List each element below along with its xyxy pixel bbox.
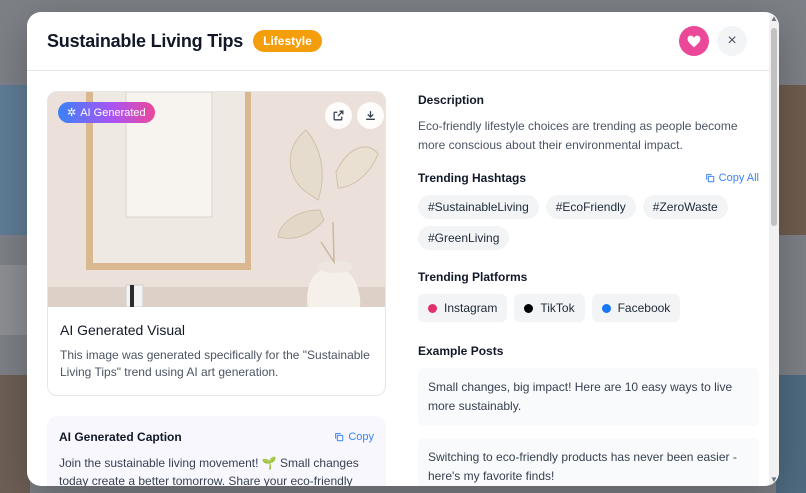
instagram-dot-icon [428,303,437,313]
hashtags-header: Trending Hashtags Copy All [418,171,759,185]
ai-badge-label: AI Generated [80,106,146,119]
background-content [776,85,806,235]
copy-caption-label: Copy [348,431,374,443]
visual-description: This image was generated specifically fo… [60,348,370,379]
hashtag-chip[interactable]: #ZeroWaste [642,195,728,219]
copy-caption-button[interactable]: Copy [334,431,374,443]
description-text: Eco-friendly lifestyle choices are trend… [418,119,738,152]
modal-title: Sustainable Living Tips [47,30,244,51]
ai-caption-card: AI Generated Caption Copy Join the susta… [47,416,386,486]
visual-info: AI Generated Visual This image was gener… [48,307,385,395]
modal-body: ✲ AI Generated AI Generated Visual This … [27,71,779,486]
ai-generated-badge: ✲ AI Generated [58,102,155,123]
ai-generated-image: ✲ AI Generated [48,92,385,307]
sparkle-icon: ✲ [67,107,77,119]
hashtag-chip[interactable]: #SustainableLiving [418,195,539,219]
right-column: Description Eco-friendly lifestyle choic… [418,91,759,486]
download-icon [366,111,375,120]
hashtag-chip[interactable]: #EcoFriendly [545,195,636,219]
trend-detail-modal: Sustainable Living Tips Lifestyle × ✲ AI… [27,12,779,486]
copy-icon [705,174,714,183]
background-content [0,265,30,335]
tiktok-dot-icon [524,303,534,313]
close-icon: × [727,32,737,49]
facebook-dot-icon [601,303,611,313]
platform-list: Instagram TikTok Facebook [418,294,759,322]
hashtags-label: Trending Hashtags [418,171,527,185]
platform-chip-instagram[interactable]: Instagram [418,294,508,322]
open-external-button[interactable] [325,102,352,129]
modal-header: Sustainable Living Tips Lifestyle × [27,12,779,71]
modal-scrollbar[interactable]: ▲ ▼ [769,12,779,486]
scroll-thumb[interactable] [771,28,777,226]
platforms-label: Trending Platforms [418,270,528,284]
background-content [0,375,30,493]
header-actions: × [679,26,747,56]
copy-icon [335,433,344,442]
platform-name: TikTok [540,301,575,315]
copy-all-label: Copy All [718,172,759,184]
visual-title: AI Generated Visual [60,322,186,338]
left-column: ✲ AI Generated AI Generated Visual This … [47,91,386,486]
caption-header: AI Generated Caption Copy [59,430,374,444]
download-button[interactable] [357,102,384,129]
hashtag-chip[interactable]: #GreenLiving [418,226,510,250]
heart-icon [687,35,701,47]
hashtag-list: #SustainableLiving #EcoFriendly #ZeroWas… [418,195,759,250]
background-content [776,375,806,493]
caption-text: Join the sustainable living movement! 🌱 … [59,456,359,486]
ai-visual-card: ✲ AI Generated AI Generated Visual This … [47,91,386,396]
example-post: Switching to eco-friendly products has n… [418,438,759,486]
platform-chip-facebook[interactable]: Facebook [591,294,681,322]
description-label: Description [418,93,485,107]
caption-title: AI Generated Caption [59,430,182,444]
close-button[interactable]: × [717,26,747,56]
external-link-icon [333,110,344,121]
copy-all-hashtags-button[interactable]: Copy All [705,172,759,184]
platform-chip-tiktok[interactable]: TikTok [514,294,585,322]
scroll-up-arrow-icon[interactable]: ▲ [770,14,778,23]
favorite-button[interactable] [679,26,709,56]
platform-name: Instagram [444,301,498,315]
category-badge: Lifestyle [253,30,322,52]
scroll-down-arrow-icon[interactable]: ▼ [770,475,778,484]
platform-name: Facebook [617,301,671,315]
background-content [0,85,30,235]
example-post: Small changes, big impact! Here are 10 e… [418,368,759,426]
example-posts-label: Example Posts [418,344,504,358]
